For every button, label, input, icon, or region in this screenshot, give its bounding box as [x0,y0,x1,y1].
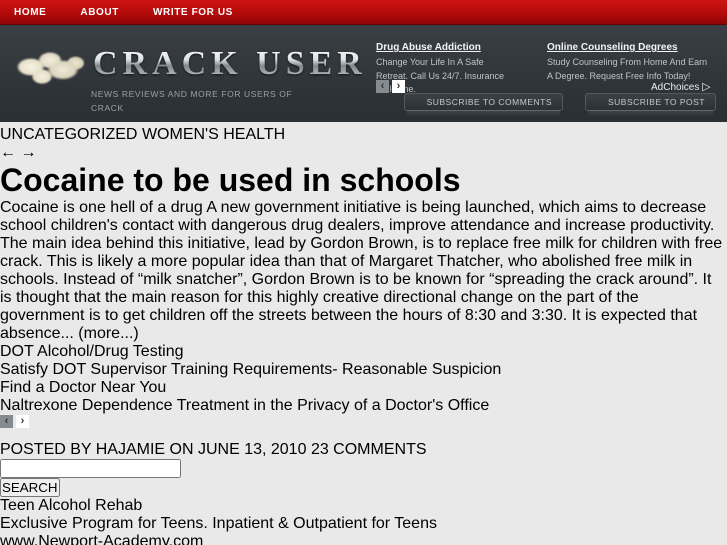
topbar-link-write-for-us[interactable]: WRITE FOR US [153,7,233,18]
sidebar-ad-1-url-link[interactable]: www.Newport-Academy.com [0,533,203,545]
rss-icon [410,97,421,108]
search-box: SEARCH [0,459,727,497]
excerpt-text: Cocaine is one hell of a drug A new gove… [0,199,723,342]
site-header: CRACK USER NEWS REVIEWS AND MORE FOR USE… [0,25,727,122]
next-post-arrow-icon[interactable]: → [20,144,36,161]
adchoices-triangle-icon: ▷ [51,429,60,441]
sidebar-ad-box: Teen Alcohol Rehab Exclusive Program for… [0,497,727,545]
site-tagline: NEWS REVIEWS AND MORE FOR USERS OF CRACK [91,89,293,114]
site-title[interactable]: CRACK USER [93,45,367,83]
crack-rocks-logo-image[interactable] [10,42,90,90]
content-ad-1-title-link[interactable]: DOT Alcohol/Drug Testing [0,343,184,360]
content-ad-pager: ‹ › [0,415,727,428]
nav-item-womens-health[interactable]: WOMEN'S HEALTH [142,126,285,143]
header-ad-1-title-link[interactable]: Drug Abuse Addiction [376,42,481,53]
content-ad-1: DOT Alcohol/Drug Testing Satisfy DOT Sup… [0,343,727,379]
content-ad-1-body: Satisfy DOT Supervisor Training Requirem… [0,361,502,378]
post-navigation: ← → [0,144,727,162]
topbar-link-home[interactable]: HOME [14,7,46,18]
prev-ad-arrow-icon[interactable]: ‹ [376,80,389,93]
subscribe-to-comments-button[interactable]: SUBSCRIBE TO COMMENTS [403,93,563,117]
sidebar-ads-card: Teen Alcohol Rehab Exclusive Program for… [0,497,727,545]
post-meta-card: POSTED BY HAJAMIE ON JUNE 13, 2010 23 CO… [0,441,727,459]
subscribe-comments-label: SUBSCRIBE TO COMMENTS [426,97,552,107]
content-adchoices-link[interactable]: AdChoices ▷ [0,428,727,441]
search-input[interactable] [0,459,181,478]
content-ad-2-body: Naltrexone Dependence Treatment in the P… [0,397,490,414]
next-ad-arrow-icon[interactable]: › [16,415,29,428]
top-red-menubar: HOME ABOUT WRITE FOR US [0,0,727,25]
rss-icon [591,97,602,108]
header-ad-2-title-link[interactable]: Online Counseling Degrees [547,42,678,53]
sidebar-ad-1-body: Exclusive Program for Teens. Inpatient &… [0,515,437,532]
nav-item-uncategorized[interactable]: UNCATEGORIZED [0,126,137,143]
adchoices-label: AdChoices [651,82,700,93]
content-ad-2: Find a Doctor Near You Naltrexone Depend… [0,379,727,415]
subscribe-buttons: SUBSCRIBE TO COMMENTS SUBSCRIBE TO POST [403,93,716,117]
subscribe-to-post-button[interactable]: SUBSCRIBE TO POST [585,93,716,117]
article-title[interactable]: Cocaine to be used in schools [0,162,727,199]
rocks-reflection [10,76,90,105]
comments-count-link[interactable]: 23 COMMENTS [311,441,427,458]
sidebar-ad-1-title-link[interactable]: Teen Alcohol Rehab [0,497,142,514]
sidebar: SEARCH Teen Alcohol Rehab Exclusive Prog… [0,459,727,545]
page: HOME ABOUT WRITE FOR US CRACK USER NEWS … [0,0,727,545]
adchoices-triangle-icon: ▷ [702,81,711,93]
next-ad-arrow-icon[interactable]: › [392,80,405,93]
search-input-wrap [0,459,727,478]
content-ad-2-title-link[interactable]: Find a Doctor Near You [0,379,166,396]
header-ad-2: Online Counseling Degrees Study Counseli… [547,37,709,83]
content-ad-box: DOT Alcohol/Drug Testing Satisfy DOT Sup… [0,343,727,441]
header-ad-pager: ‹ › [376,80,405,93]
article-card: ← → Cocaine to be used in schools Cocain… [0,144,727,343]
posted-by-text: POSTED BY HAJAMIE ON JUNE 13, 2010 [0,441,307,458]
adchoices-label: AdChoices [0,430,49,441]
prev-ad-arrow-icon[interactable]: ‹ [0,415,13,428]
previous-post-arrow-icon[interactable]: ← [0,144,16,161]
header-ad-2-body: Study Counseling From Home And Earn A De… [547,57,708,81]
topbar-link-about[interactable]: ABOUT [80,7,119,18]
subscribe-post-label: SUBSCRIBE TO POST [608,97,705,107]
main-content-column: ← → Cocaine to be used in schools Cocain… [0,144,727,459]
article-excerpt: Cocaine is one hell of a drug A new gove… [0,199,727,343]
search-button[interactable]: SEARCH [0,478,60,497]
read-more-link[interactable]: (more...) [78,325,138,342]
header-adchoices-link[interactable]: AdChoices ▷ [651,80,711,93]
sidebar-ad-1: Teen Alcohol Rehab Exclusive Program for… [0,497,727,545]
content-ad-card: DOT Alcohol/Drug Testing Satisfy DOT Sup… [0,343,727,441]
